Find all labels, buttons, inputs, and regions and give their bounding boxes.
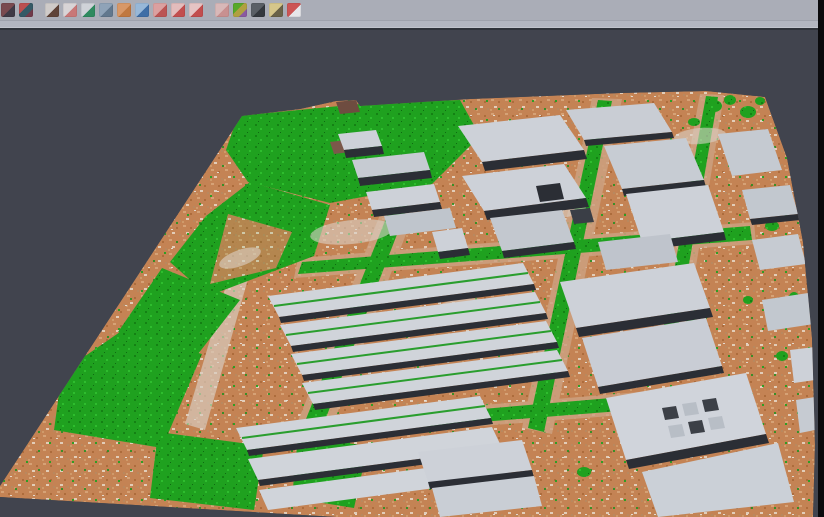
terrain-model-icon[interactable] [45,3,59,17]
application-window [0,0,824,517]
control-points-icon[interactable] [63,3,77,17]
point-cloud-scene [0,30,818,517]
classification-colors-icon[interactable] [233,3,247,17]
window-right-edge [818,0,824,517]
crop-region-icon[interactable] [189,3,203,17]
toolbar-icon-row [0,0,818,20]
globe-view-icon[interactable] [135,3,149,17]
measure-tool-icon[interactable] [269,3,283,17]
layer-stack-icon[interactable] [153,3,167,17]
3d-viewport[interactable] [0,30,818,517]
align-points-icon[interactable] [19,3,33,17]
target-circle-icon[interactable] [171,3,185,17]
surface-mesh-icon[interactable] [81,3,95,17]
column-profile-icon[interactable] [99,3,113,17]
main-toolbar [0,0,818,30]
ortho-box-icon[interactable] [117,3,131,17]
flag-marker-icon[interactable] [287,3,301,17]
checker-filter-icon[interactable] [215,3,229,17]
sphere-render-icon[interactable] [251,3,265,17]
open-project-icon[interactable] [1,3,15,17]
